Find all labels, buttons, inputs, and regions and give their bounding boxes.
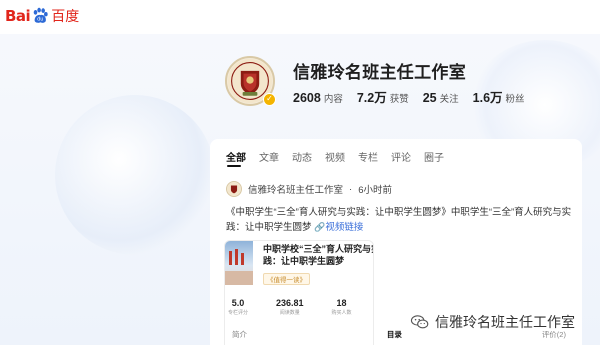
watermark-text: 信雅玲名班主任工作室 bbox=[435, 315, 575, 331]
stat-number: 25 bbox=[422, 91, 437, 105]
tab-all[interactable]: 全部 bbox=[226, 149, 246, 164]
video-link[interactable]: 视频链接 bbox=[325, 222, 363, 233]
post-author[interactable]: 信雅玲名班主任工作室 bbox=[248, 182, 343, 196]
tab-comments[interactable]: 评论 bbox=[391, 149, 411, 164]
logo-du-text: du bbox=[37, 17, 43, 23]
tab-columns[interactable]: 专栏 bbox=[358, 149, 378, 164]
book-stats: 5.0 专栏评分 236.81 阅读数量 18 购买人数 bbox=[228, 298, 352, 316]
baidu-paw-icon: du bbox=[33, 7, 48, 23]
stat-following[interactable]: 25 关注 bbox=[423, 91, 459, 105]
book-stat-label: 购买人数 bbox=[331, 310, 352, 316]
book-tab-toc[interactable]: 目录 bbox=[387, 329, 402, 340]
logo-bai-text: Bai bbox=[5, 7, 31, 25]
watermark: 信雅玲名班主任工作室 bbox=[410, 312, 575, 332]
content-tabs: 全部 文章 动态 视频 专栏 评论 圈子 bbox=[226, 149, 444, 164]
book-tab-intro[interactable]: 简介 bbox=[232, 329, 247, 340]
wechat-icon bbox=[410, 315, 429, 329]
stat-label: 内容 bbox=[323, 94, 343, 105]
bg-decoration bbox=[55, 95, 215, 255]
tab-videos[interactable]: 视频 bbox=[325, 149, 345, 164]
book-stat-number: 18 bbox=[336, 298, 347, 308]
book-stat-rating: 5.0 专栏评分 bbox=[228, 298, 248, 316]
logo-baidu-cn: 百度 bbox=[51, 9, 80, 25]
book-stat-number: 236.81 bbox=[276, 298, 304, 308]
stat-label: 获赞 bbox=[389, 94, 409, 105]
book-stat-number: 5.0 bbox=[231, 298, 245, 308]
post-body: 《中职学生“三全”育人研究与实践：让中职学生圆梦》中职学生“三全”育人研究与实践… bbox=[226, 207, 572, 233]
stat-number: 7.2万 bbox=[356, 91, 387, 105]
stat-label: 粉丝 bbox=[505, 94, 525, 105]
post-author-avatar[interactable] bbox=[226, 181, 242, 197]
tab-updates[interactable]: 动态 bbox=[292, 149, 312, 164]
stat-likes[interactable]: 7.2万 获赞 bbox=[357, 87, 409, 106]
tab-circles[interactable]: 圈子 bbox=[424, 149, 444, 164]
stat-number: 1.6万 bbox=[472, 91, 503, 105]
post-header: 信雅玲名班主任工作室 · 6小时前 bbox=[226, 181, 392, 197]
book-stat-label: 阅读数量 bbox=[279, 310, 300, 316]
book-title: 中职学校“三全”育人研究与实践：让中职学生圆梦 bbox=[263, 244, 374, 266]
active-tab-indicator bbox=[227, 165, 241, 167]
book-stat-buyers: 18 购买人数 bbox=[332, 298, 352, 316]
separator-dot: · bbox=[349, 183, 353, 195]
book-stat-label: 专栏评分 bbox=[228, 310, 249, 316]
tab-articles[interactable]: 文章 bbox=[259, 149, 279, 164]
profile-stats: 2608 内容 7.2万 获赞 25 关注 1.6万 粉丝 bbox=[293, 87, 525, 106]
profile-name: 信雅玲名班主任工作室 bbox=[293, 63, 466, 82]
link-icon: 🔗 bbox=[314, 222, 326, 232]
emblem-image bbox=[227, 182, 241, 196]
stat-followers[interactable]: 1.6万 粉丝 bbox=[473, 87, 525, 106]
post-text[interactable]: 《中职学生“三全”育人研究与实践：让中职学生圆梦》中职学生“三全”育人研究与实践… bbox=[226, 205, 576, 235]
stat-label: 关注 bbox=[439, 94, 459, 105]
baidu-logo[interactable]: Bai du 百度 bbox=[5, 5, 79, 27]
post-time: 6小时前 bbox=[358, 185, 392, 196]
top-bar: Bai du 百度 bbox=[0, 0, 600, 34]
stat-number: 2608 bbox=[293, 91, 321, 105]
book-tag: 《值得一读》 bbox=[263, 273, 310, 285]
book-stat-reads: 236.81 阅读数量 bbox=[276, 298, 304, 316]
stat-content[interactable]: 2608 内容 bbox=[293, 91, 343, 105]
book-cover-image bbox=[225, 241, 253, 285]
verified-badge-icon: ✓ bbox=[263, 93, 276, 106]
